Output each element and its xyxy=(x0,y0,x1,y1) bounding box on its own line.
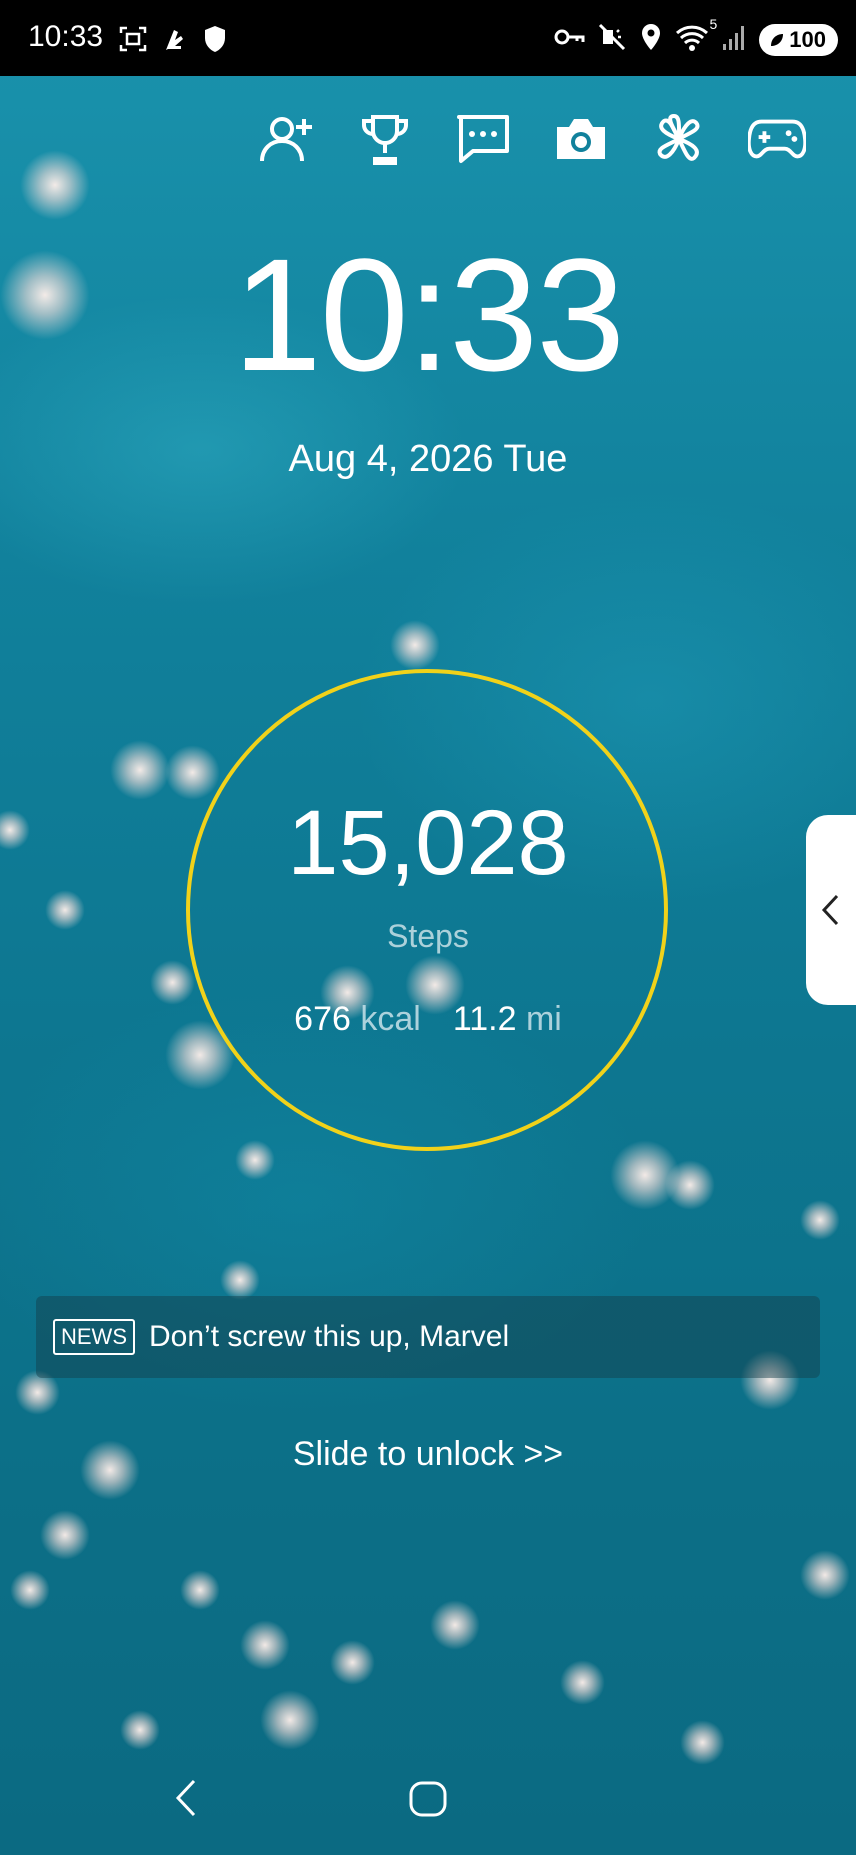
news-headline: Don’t screw this up, Marvel xyxy=(149,1320,510,1353)
status-time: 10:33 xyxy=(28,20,104,53)
battery-indicator: 100 xyxy=(759,23,838,56)
shortcut-row xyxy=(258,110,806,168)
lock-clock: 10:33 xyxy=(232,225,625,404)
steps-label: Steps xyxy=(387,918,469,954)
distance-stat: 11.2 mi xyxy=(453,1000,562,1039)
chevron-left-icon xyxy=(821,894,839,926)
app-icon xyxy=(160,24,190,59)
home-icon xyxy=(409,1781,447,1817)
navigation-bar xyxy=(0,1775,856,1835)
location-icon xyxy=(639,22,663,57)
mute-icon xyxy=(597,22,627,57)
clover-icon[interactable] xyxy=(650,110,708,168)
slide-to-unlock[interactable]: Slide to unlock >> xyxy=(0,1435,856,1474)
shield-icon xyxy=(202,24,228,59)
gamepad-icon[interactable] xyxy=(748,110,806,168)
distance-unit: mi xyxy=(525,1000,562,1038)
battery-saver-icon xyxy=(771,33,784,46)
trophy-icon[interactable] xyxy=(356,110,414,168)
add-friend-icon[interactable] xyxy=(258,110,316,168)
vpn-key-icon xyxy=(553,22,585,57)
screenshot-icon xyxy=(118,24,148,59)
wifi-band-label: 5 xyxy=(709,16,718,32)
calories-stat: 676 kcal xyxy=(294,1000,421,1039)
step-ring[interactable] xyxy=(186,669,668,1151)
news-badge: NEWS xyxy=(53,1319,135,1355)
side-panel-tab[interactable] xyxy=(806,815,856,1005)
activity-stats: 676 kcal 11.2 mi xyxy=(0,1000,856,1039)
calories-value: 676 xyxy=(294,1000,351,1038)
status-bar: 10:33 5 100 xyxy=(0,0,856,76)
camera-icon[interactable] xyxy=(552,110,610,168)
step-count: 15,028 xyxy=(287,792,569,894)
home-button[interactable] xyxy=(405,1775,451,1826)
signal-icon xyxy=(721,22,747,57)
calories-unit: kcal xyxy=(360,1000,421,1038)
wifi-icon: 5 xyxy=(675,16,717,57)
news-banner[interactable]: NEWS Don’t screw this up, Marvel xyxy=(36,1296,820,1378)
battery-level: 100 xyxy=(789,26,826,52)
back-icon xyxy=(175,1779,196,1817)
lock-date: Aug 4, 2026 Tue xyxy=(288,438,568,480)
back-button[interactable] xyxy=(172,1775,202,1826)
distance-value: 11.2 xyxy=(452,1000,517,1038)
chat-icon[interactable] xyxy=(454,110,512,168)
